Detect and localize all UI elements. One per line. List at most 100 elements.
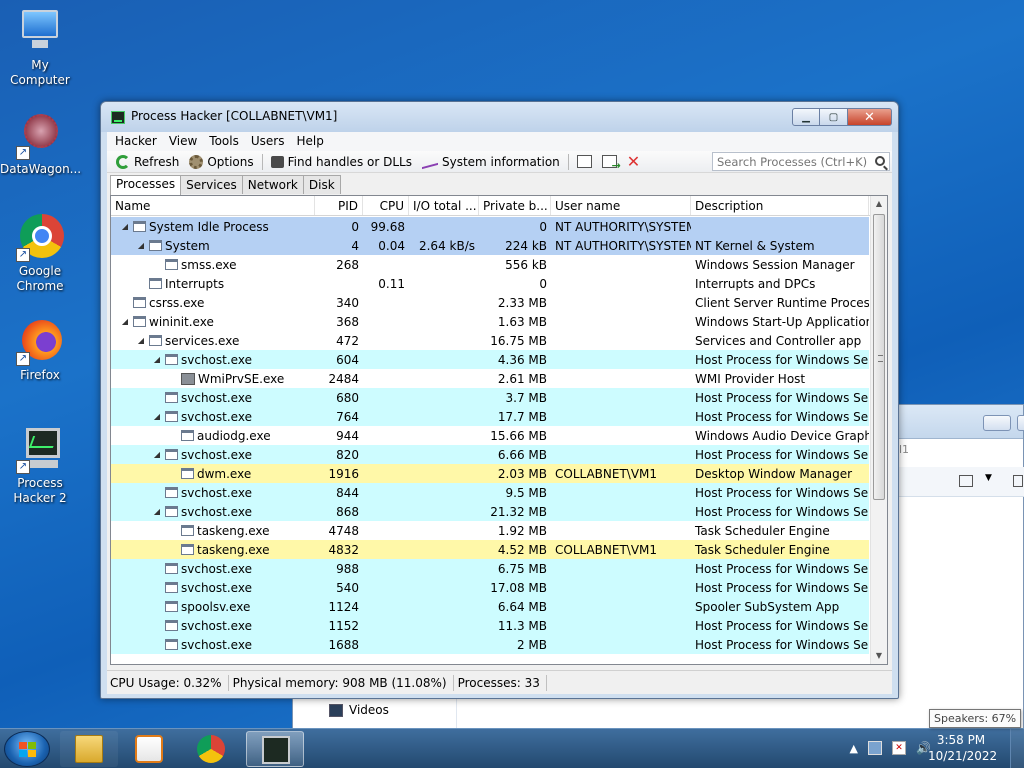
tab-processes[interactable]: Processes <box>110 175 182 195</box>
close-button[interactable]: ✕ <box>848 108 892 126</box>
expand-collapse-icon[interactable]: ◢ <box>152 355 162 364</box>
column-header-private-bytes[interactable]: Private b... <box>479 196 551 215</box>
table-row[interactable]: csrss.exe 340 2.33 MB Client Server Runtime… <box>111 293 869 312</box>
computer-icon <box>16 8 64 56</box>
window-titlebar[interactable]: Process Hacker [COLLABNET\VM1] <box>101 102 898 132</box>
pid-cell: 820 <box>336 447 359 462</box>
desktop-icon-firefox[interactable]: ↗ Firefox <box>0 318 80 383</box>
pid-cell: 4748 <box>328 523 359 538</box>
vertical-scrollbar[interactable]: ▲ ▼ <box>870 196 887 664</box>
table-row[interactable]: svchost.exe 540 17.08 MB Host Process for W… <box>111 578 869 597</box>
toolbar-separator <box>567 153 569 170</box>
expand-collapse-icon[interactable]: ◢ <box>152 507 162 516</box>
view-icon[interactable] <box>959 475 973 487</box>
action-center-icon[interactable]: ✕ <box>892 741 906 755</box>
tab-services[interactable]: Services <box>180 175 243 194</box>
terminate-button[interactable]: ✕ <box>622 152 645 172</box>
desktop-icon-datawagon[interactable]: ↗ DataWagon... <box>0 112 81 177</box>
taskbar-media-player-button[interactable] <box>120 731 178 767</box>
maximize-button[interactable]: ▢ <box>820 108 848 126</box>
background-breadcrumb: l1 <box>899 443 910 456</box>
taskbar-process-hacker-button[interactable] <box>246 731 304 767</box>
table-row[interactable]: dwm.exe 1916 2.03 MB COLLABNET\VM1 Desktop W… <box>111 464 869 483</box>
table-row[interactable]: svchost.exe 988 6.75 MB Host Process for Wi… <box>111 559 869 578</box>
table-row[interactable]: ◢ services.exe 472 16.75 MB Services and Con… <box>111 331 869 350</box>
table-row[interactable]: ◢ wininit.exe 368 1.63 MB Windows Start-Up A… <box>111 312 869 331</box>
menu-hacker[interactable]: Hacker <box>109 132 163 151</box>
table-row[interactable]: ◢ svchost.exe 764 17.7 MB Host Process for W… <box>111 407 869 426</box>
menu-view[interactable]: View <box>163 132 203 151</box>
process-name: System <box>165 238 210 253</box>
table-row[interactable]: ◢ svchost.exe 820 6.66 MB Host Process for W… <box>111 445 869 464</box>
menu-tools[interactable]: Tools <box>203 132 245 151</box>
sidebar-item-videos[interactable]: Videos <box>329 703 389 717</box>
minimize-button[interactable]: ▁ <box>792 108 820 126</box>
column-header-io-total[interactable]: I/O total ... <box>409 196 479 215</box>
column-header-user-name[interactable]: User name <box>551 196 691 215</box>
table-row[interactable]: spoolsv.exe 1124 6.64 MB Spooler SubSystem … <box>111 597 869 616</box>
description-cell: Windows Session Manager <box>695 257 855 272</box>
background-maximize-button[interactable] <box>1017 415 1024 431</box>
column-header-description[interactable]: Description <box>691 196 869 215</box>
expand-collapse-icon[interactable]: ◢ <box>152 450 162 459</box>
menu-users[interactable]: Users <box>245 132 291 151</box>
expand-collapse-icon[interactable]: ◢ <box>136 241 146 250</box>
desktop-icon-google-chrome[interactable]: ↗ Google Chrome <box>0 214 80 294</box>
table-row[interactable]: ◢ System Idle Process 0 99.68 0 NT AUTHORITY\… <box>111 217 869 236</box>
background-minimize-button[interactable] <box>983 415 1011 431</box>
search-input[interactable] <box>717 155 867 169</box>
taskbar-clock[interactable]: 3:58 PM 10/21/2022 <box>928 732 997 764</box>
refresh-button[interactable]: Refresh <box>111 152 184 172</box>
find-handles-button[interactable]: Find handles or DLLs <box>266 152 417 172</box>
table-row[interactable]: audiodg.exe 944 15.66 MB Windows Audio Devi… <box>111 426 869 445</box>
scrollbar-thumb[interactable] <box>873 214 885 500</box>
table-row[interactable]: taskeng.exe 4748 1.92 MB Task Scheduler Eng… <box>111 521 869 540</box>
tab-disk[interactable]: Disk <box>302 175 341 194</box>
column-header-name[interactable]: Name <box>111 196 315 215</box>
find-window-button[interactable] <box>572 152 597 172</box>
search-icon[interactable] <box>875 156 885 166</box>
expand-collapse-icon[interactable]: ◢ <box>136 336 146 345</box>
process-icon <box>181 468 194 479</box>
scroll-up-arrow-icon[interactable]: ▲ <box>871 196 887 212</box>
desktop-icon-my-computer[interactable]: My Computer <box>0 8 80 88</box>
table-row[interactable]: ◢ svchost.exe 604 4.36 MB Host Process for W… <box>111 350 869 369</box>
table-row[interactable]: svchost.exe 1688 2 MB Host Process for Wind… <box>111 635 869 654</box>
table-row[interactable]: Interrupts 0.11 0 Interrupts and DPCs <box>111 274 869 293</box>
show-desktop-button[interactable] <box>1010 729 1024 768</box>
menu-help[interactable]: Help <box>290 132 329 151</box>
expand-collapse-icon[interactable]: ◢ <box>120 317 130 326</box>
start-button[interactable] <box>4 731 50 767</box>
find-window-and-thread-button[interactable] <box>597 152 622 172</box>
process-hacker-window[interactable]: Process Hacker [COLLABNET\VM1] ▁ ▢ ✕ Hac… <box>100 101 899 699</box>
tab-network[interactable]: Network <box>241 175 304 194</box>
table-row[interactable]: svchost.exe 680 3.7 MB Host Process for Win… <box>111 388 869 407</box>
taskbar-chrome-button[interactable] <box>182 731 240 767</box>
user-name-cell: COLLABNET\VM1 <box>555 542 658 557</box>
expand-collapse-icon[interactable]: ◢ <box>152 412 162 421</box>
search-processes-field[interactable] <box>712 152 890 171</box>
table-row[interactable]: taskeng.exe 4832 4.52 MB COLLABNET\VM1 Task … <box>111 540 869 559</box>
network-icon[interactable] <box>868 741 882 755</box>
taskbar-explorer-button[interactable] <box>60 731 118 767</box>
expand-collapse-icon[interactable]: ◢ <box>120 222 130 231</box>
pid-cell: 1124 <box>328 599 359 614</box>
column-header-cpu[interactable]: CPU <box>363 196 409 215</box>
table-row[interactable]: WmiPrvSE.exe 2484 2.61 MB WMI Provider Host <box>111 369 869 388</box>
process-tree-list[interactable]: Name PID CPU I/O total ... Private b... … <box>110 195 888 665</box>
table-row[interactable]: svchost.exe 844 9.5 MB Host Process for Win… <box>111 483 869 502</box>
preview-pane-icon[interactable] <box>1013 475 1023 487</box>
table-row[interactable]: ◢ System 4 0.04 2.64 kB/s 224 kB NT AUTHORITY\… <box>111 236 869 255</box>
scroll-down-arrow-icon[interactable]: ▼ <box>871 648 887 664</box>
options-button[interactable]: Options <box>184 152 258 172</box>
table-row[interactable]: smss.exe 268 556 kB Windows Session Manager <box>111 255 869 274</box>
table-row[interactable]: svchost.exe 1152 11.3 MB Host Process for W… <box>111 616 869 635</box>
description-cell: Desktop Window Manager <box>695 466 853 481</box>
chevron-down-icon[interactable]: ▼ <box>985 473 992 483</box>
table-row[interactable]: ◢ svchost.exe 868 21.32 MB Host Process for … <box>111 502 869 521</box>
show-hidden-icons-icon[interactable]: ▲ <box>850 742 858 755</box>
background-view-options[interactable]: ▼ <box>899 467 1024 497</box>
column-header-pid[interactable]: PID <box>315 196 363 215</box>
system-information-button[interactable]: System information <box>417 152 565 172</box>
desktop-icon-process-hacker[interactable]: ↗ Process Hacker 2 <box>0 426 80 506</box>
